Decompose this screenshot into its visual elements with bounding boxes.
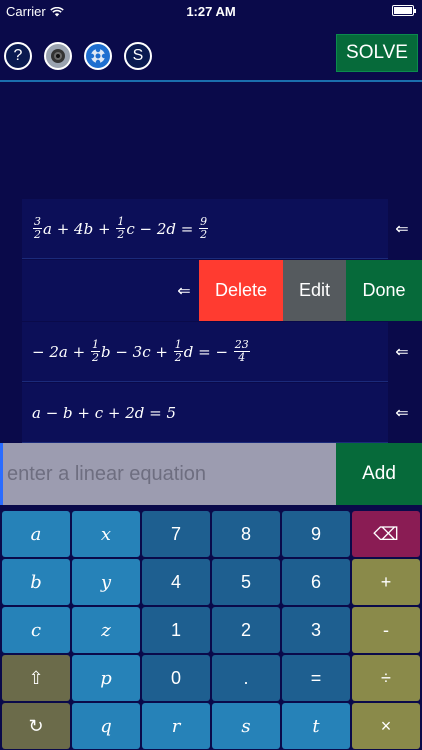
fraction: 12 bbox=[173, 338, 183, 364]
key-s[interactable]: s bbox=[212, 703, 280, 749]
camera-button[interactable] bbox=[44, 42, 72, 70]
key-5[interactable]: 5 bbox=[212, 559, 280, 605]
key-q[interactable]: q bbox=[72, 703, 140, 749]
key-divide[interactable]: ÷ bbox=[352, 655, 420, 701]
reorder-arrow-icon[interactable]: ⇐ bbox=[390, 199, 414, 259]
status-bar: Carrier 1:27 AM bbox=[0, 0, 422, 22]
key-a[interactable]: a bbox=[2, 511, 70, 557]
equation-row[interactable]: a − b + c + 2d = 5 ⇐ bbox=[0, 383, 422, 443]
s-button[interactable]: S bbox=[124, 42, 152, 70]
key-0[interactable]: 0 bbox=[142, 655, 210, 701]
help-label: ? bbox=[13, 47, 23, 64]
key-2[interactable]: 2 bbox=[212, 607, 280, 653]
reorder-arrow-icon[interactable]: ⇐ bbox=[172, 260, 196, 321]
fraction: 12 bbox=[116, 215, 126, 241]
done-button[interactable]: Done bbox=[346, 260, 422, 321]
settings-button[interactable] bbox=[84, 42, 112, 70]
battery-icon bbox=[392, 5, 416, 16]
key-minus[interactable]: - bbox=[352, 607, 420, 653]
gear-icon bbox=[89, 47, 107, 65]
equation-text: 32 a + 4b + 12 c − 2d = 92 bbox=[22, 199, 388, 259]
key-8[interactable]: 8 bbox=[212, 511, 280, 557]
key-r[interactable]: r bbox=[142, 703, 210, 749]
key-t[interactable]: t bbox=[282, 703, 350, 749]
key-multiply[interactable]: × bbox=[352, 703, 420, 749]
equation-input[interactable] bbox=[0, 443, 336, 505]
solve-label: SOLVE bbox=[346, 42, 408, 63]
equation-row[interactable]: − 2a + 12 b − 3c + 12 d = − 23 4 ⇐ bbox=[0, 322, 422, 382]
clock: 1:27 AM bbox=[186, 4, 236, 19]
reorder-arrow-icon[interactable]: ⇐ bbox=[390, 383, 414, 443]
equation-text: a − b + c + 2d = 5 bbox=[22, 383, 388, 443]
fraction: 92 bbox=[199, 215, 209, 241]
app-screen: Carrier 1:27 AM ? S SOLVE 3 2 a + 4b + 1… bbox=[0, 0, 422, 750]
equation-input-row: Add bbox=[0, 443, 422, 505]
swiped-equation-row[interactable]: ⇐ Delete Edit Done bbox=[0, 260, 422, 321]
key-6[interactable]: 6 bbox=[282, 559, 350, 605]
solve-button[interactable]: SOLVE bbox=[336, 34, 418, 72]
key-plus[interactable]: + bbox=[352, 559, 420, 605]
s-label: S bbox=[132, 47, 144, 64]
key-equals[interactable]: = bbox=[282, 655, 350, 701]
fraction: 32 bbox=[33, 215, 42, 241]
help-button[interactable]: ? bbox=[4, 42, 32, 70]
equation-text: − 2a + 12 b − 3c + 12 d = − 23 4 bbox=[22, 322, 388, 382]
key-z[interactable]: z bbox=[72, 607, 140, 653]
shift-key[interactable]: ⇧ bbox=[2, 655, 70, 701]
fraction: 23 4 bbox=[233, 338, 250, 364]
delete-button[interactable]: Delete bbox=[199, 260, 283, 321]
edit-button[interactable]: Edit bbox=[283, 260, 346, 321]
math-keyboard: a x 7 8 9 ⌫ b y 4 5 6 + c z 1 2 3 - ⇧ p … bbox=[0, 509, 422, 750]
key-decimal[interactable]: . bbox=[212, 655, 280, 701]
key-p[interactable]: p bbox=[72, 655, 140, 701]
key-y[interactable]: y bbox=[72, 559, 140, 605]
reorder-arrow-icon[interactable]: ⇐ bbox=[390, 322, 414, 382]
toolbar-divider bbox=[0, 80, 422, 82]
key-7[interactable]: 7 bbox=[142, 511, 210, 557]
refresh-key[interactable]: ↻ bbox=[2, 703, 70, 749]
key-1[interactable]: 1 bbox=[142, 607, 210, 653]
key-x[interactable]: x bbox=[72, 511, 140, 557]
key-b[interactable]: b bbox=[2, 559, 70, 605]
fraction: 12 bbox=[90, 338, 100, 364]
key-9[interactable]: 9 bbox=[282, 511, 350, 557]
key-4[interactable]: 4 bbox=[142, 559, 210, 605]
toolbar: ? S SOLVE bbox=[0, 30, 422, 82]
backspace-key[interactable]: ⌫ bbox=[352, 511, 420, 557]
camera-lens-icon bbox=[51, 49, 65, 63]
equation-row[interactable]: 32 a + 4b + 12 c − 2d = 92 ⇐ bbox=[0, 199, 422, 259]
key-3[interactable]: 3 bbox=[282, 607, 350, 653]
add-button[interactable]: Add bbox=[336, 443, 422, 505]
key-c[interactable]: c bbox=[2, 607, 70, 653]
